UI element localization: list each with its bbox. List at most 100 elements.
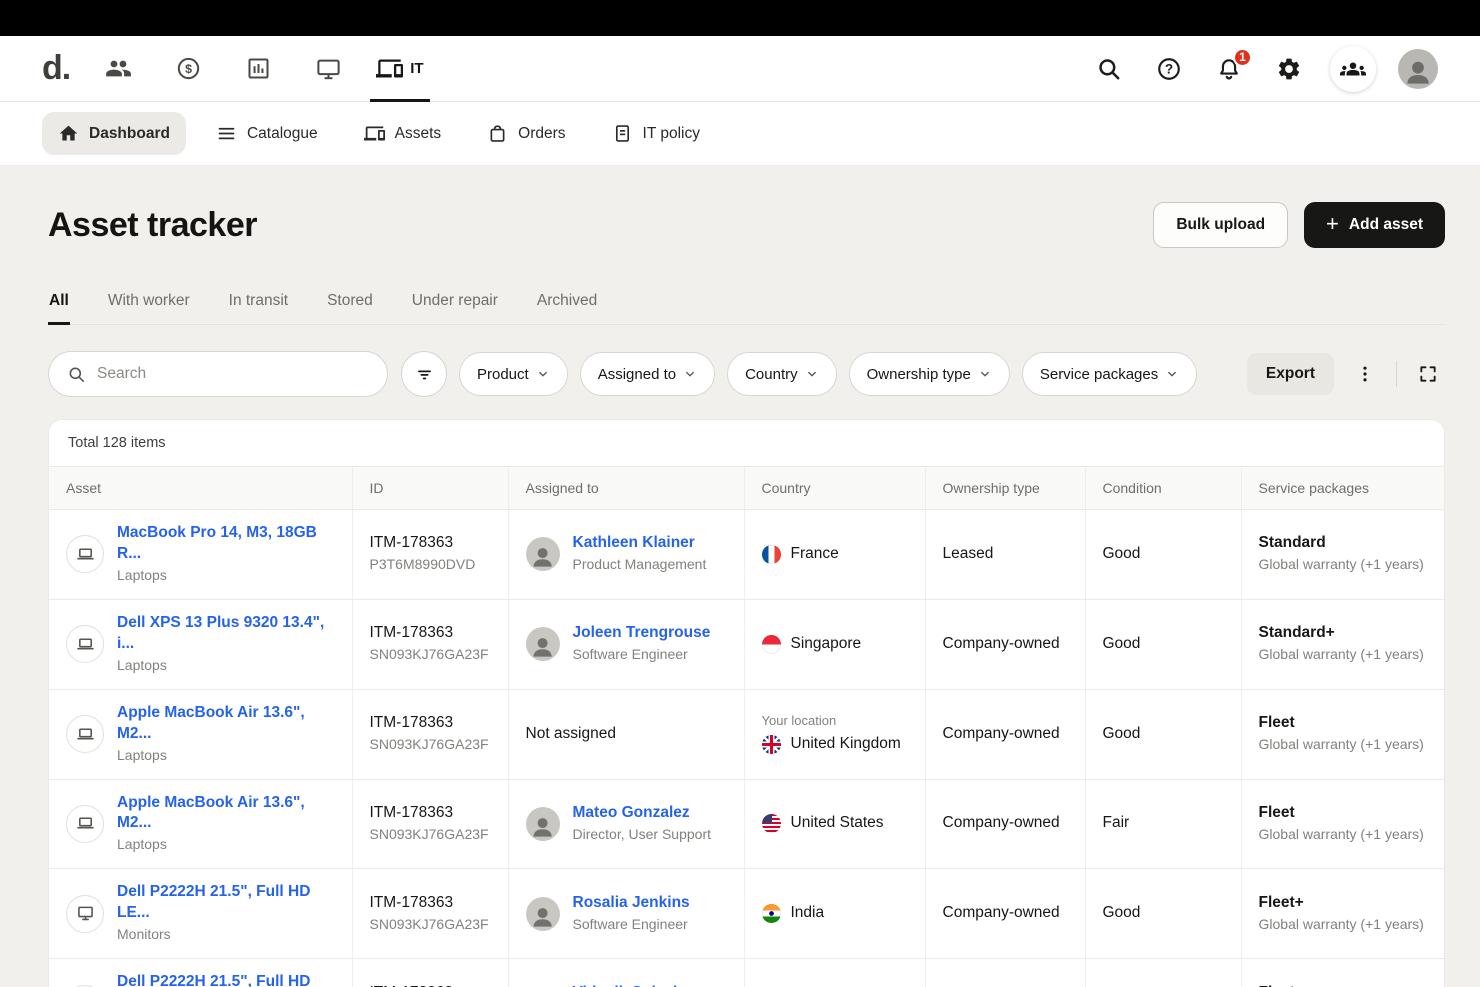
- service-package-detail: Global warranty (+1 years): [1259, 644, 1428, 665]
- asset-name-link[interactable]: Dell XPS 13 Plus 9320 13.4", i...: [117, 613, 335, 655]
- asset-category: Monitors: [117, 924, 335, 945]
- table-row[interactable]: Dell P2222H 21.5", Full HD LE... Monitor…: [49, 959, 1444, 987]
- column-header-assigned-to[interactable]: Assigned to: [508, 467, 744, 510]
- asset-serial: SN093KJ76GA23F: [370, 824, 491, 845]
- subnav-item-dashboard[interactable]: Dashboard: [42, 112, 186, 155]
- search-button[interactable]: [1090, 50, 1128, 88]
- assignee-name-link[interactable]: Kathleen Klainer: [573, 533, 707, 554]
- tab-with-worker[interactable]: With worker: [107, 282, 191, 324]
- bulk-upload-button[interactable]: Bulk upload: [1153, 202, 1288, 248]
- pill-label: Assigned to: [598, 366, 676, 383]
- table-row[interactable]: MacBook Pro 14, M3, 18GB R... Laptops IT…: [49, 510, 1444, 600]
- assignee-name-link[interactable]: Vidovik Splevins: [573, 983, 696, 987]
- assignee-cell-content: Vidovik Splevins Software Engineer: [526, 983, 727, 987]
- tab-in-transit[interactable]: In transit: [228, 282, 289, 324]
- chevron-down-icon: [536, 367, 550, 381]
- asset-name-link[interactable]: Dell P2222H 21.5", Full HD LE...: [117, 972, 335, 987]
- filter-pill-service-packages[interactable]: Service packages: [1022, 352, 1197, 396]
- nav-it-label: IT: [410, 60, 423, 77]
- assignee-avatar[interactable]: [526, 897, 560, 931]
- service-package: Fleet+: [1259, 893, 1428, 914]
- tab-stored[interactable]: Stored: [326, 282, 374, 324]
- service-package-detail: Global warranty (+1 years): [1259, 914, 1428, 935]
- monitor-icon: [315, 55, 342, 82]
- search-box[interactable]: [48, 351, 388, 397]
- column-header-asset[interactable]: Asset: [49, 467, 352, 510]
- table-row[interactable]: Apple MacBook Air 13.6", M2... Laptops I…: [49, 779, 1444, 869]
- svg-text:$: $: [185, 62, 192, 76]
- subnav-label: Assets: [395, 125, 442, 143]
- assignee-role: Director, User Support: [573, 824, 712, 845]
- table-row[interactable]: Dell XPS 13 Plus 9320 13.4", i... Laptop…: [49, 599, 1444, 689]
- country-name: India: [791, 903, 825, 924]
- service-package: Standard: [1259, 533, 1428, 554]
- search-icon: [1096, 56, 1122, 82]
- filter-pill-assigned-to[interactable]: Assigned to: [580, 352, 715, 396]
- assignee-role: Software Engineer: [573, 644, 711, 665]
- assignee-name-link[interactable]: Mateo Gonzalez: [573, 803, 712, 824]
- column-header-ownership-type[interactable]: Ownership type: [925, 467, 1085, 510]
- more-options-button[interactable]: [1348, 357, 1382, 391]
- team-button[interactable]: [1330, 46, 1376, 92]
- nav-people-icon[interactable]: [90, 36, 146, 101]
- bar-chart-icon: [245, 55, 272, 82]
- asset-table-body: MacBook Pro 14, M3, 18GB R... Laptops IT…: [49, 510, 1444, 987]
- tab-archived[interactable]: Archived: [536, 282, 598, 324]
- asset-table: Asset ID Assigned to Country Ownership t…: [49, 466, 1444, 987]
- person-silhouette-icon: [529, 544, 556, 571]
- asset-id: ITM-178363: [370, 623, 491, 644]
- asset-name-link[interactable]: MacBook Pro 14, M3, 18GB R...: [117, 523, 335, 565]
- filter-button[interactable]: [401, 351, 447, 397]
- app-logo[interactable]: d.: [42, 36, 76, 101]
- assignee-name-link[interactable]: Rosalia Jenkins: [573, 893, 690, 914]
- asset-name-link[interactable]: Dell P2222H 21.5", Full HD LE...: [117, 882, 335, 924]
- subnav-item-assets[interactable]: Assets: [348, 112, 458, 155]
- service-package: Fleet: [1259, 713, 1428, 734]
- tab-under-repair[interactable]: Under repair: [411, 282, 499, 324]
- column-header-country[interactable]: Country: [744, 467, 925, 510]
- assignee-cell-content: Mateo Gonzalez Director, User Support: [526, 803, 727, 845]
- chevron-down-icon: [1165, 367, 1179, 381]
- filter-pill-country[interactable]: Country: [727, 352, 837, 396]
- column-header-condition[interactable]: Condition: [1085, 467, 1241, 510]
- nav-analytics-icon[interactable]: [230, 36, 286, 101]
- service-package: Standard+: [1259, 623, 1428, 644]
- filter-pill-ownership-type[interactable]: Ownership type: [849, 352, 1010, 396]
- nav-finance-icon[interactable]: $: [160, 36, 216, 101]
- assignee-name-link[interactable]: Joleen Trengrouse: [573, 623, 711, 644]
- assignee-avatar[interactable]: [526, 537, 560, 571]
- export-button[interactable]: Export: [1247, 353, 1334, 395]
- service-package-detail: Global warranty (+1 years): [1259, 554, 1428, 575]
- filter-toolbar: Product Assigned to Country Ownership ty…: [48, 351, 1445, 397]
- user-avatar[interactable]: [1398, 49, 1438, 89]
- nav-it-tab[interactable]: IT: [370, 36, 429, 101]
- asset-name-link[interactable]: Apple MacBook Air 13.6", M2...: [117, 793, 335, 835]
- help-button[interactable]: ?: [1150, 50, 1188, 88]
- notifications-button[interactable]: 1: [1210, 50, 1248, 88]
- subnav-item-it-policy[interactable]: IT policy: [596, 112, 716, 155]
- fullscreen-button[interactable]: [1411, 357, 1445, 391]
- settings-button[interactable]: [1270, 50, 1308, 88]
- column-header-id[interactable]: ID: [352, 467, 508, 510]
- notification-badge: 1: [1233, 48, 1252, 67]
- asset-name-link[interactable]: Apple MacBook Air 13.6", M2...: [117, 703, 335, 745]
- subnav-item-catalogue[interactable]: Catalogue: [200, 112, 334, 155]
- assignee-avatar[interactable]: [526, 627, 560, 661]
- nav-workstation-icon[interactable]: [300, 36, 356, 101]
- table-row[interactable]: Apple MacBook Air 13.6", M2... Laptops I…: [49, 689, 1444, 779]
- subnav-item-orders[interactable]: Orders: [471, 112, 581, 155]
- search-input[interactable]: [97, 365, 369, 383]
- laptop-icon: [66, 805, 104, 843]
- add-asset-button[interactable]: + Add asset: [1304, 202, 1445, 248]
- filter-pill-product[interactable]: Product: [459, 352, 568, 396]
- search-icon: [67, 365, 86, 384]
- subnav-label: Dashboard: [89, 125, 170, 143]
- assignee-avatar[interactable]: [526, 807, 560, 841]
- country-name: United Kingdom: [791, 734, 901, 755]
- ownership-type: Company-owned: [943, 635, 1060, 652]
- tab-all[interactable]: All: [48, 282, 70, 324]
- condition: Good: [1103, 635, 1141, 652]
- table-row[interactable]: Dell P2222H 21.5", Full HD LE... Monitor…: [49, 869, 1444, 959]
- column-header-service-packages[interactable]: Service packages: [1241, 467, 1444, 510]
- add-asset-label: Add asset: [1349, 216, 1423, 234]
